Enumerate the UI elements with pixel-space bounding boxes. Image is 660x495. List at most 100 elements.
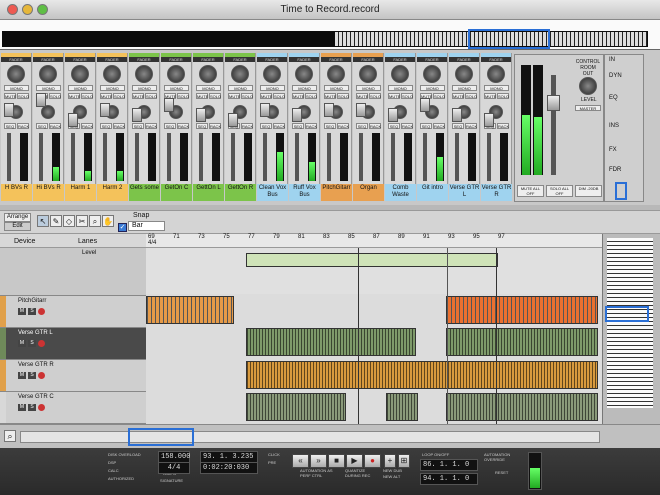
song-position-marker[interactable] <box>447 248 448 424</box>
mono-button[interactable]: MONO <box>228 85 253 91</box>
channel-fader[interactable] <box>452 108 462 122</box>
mono-button[interactable]: MONO <box>452 85 477 91</box>
track-solo-button[interactable]: S <box>28 404 36 411</box>
mute-all-off-button[interactable]: MUTE ALL OFF <box>517 185 544 197</box>
solo-all-off-button[interactable]: SOLO ALL OFF <box>546 185 573 197</box>
arrange-tab[interactable]: Arrange <box>4 213 31 222</box>
mute-button[interactable]: MUTE <box>260 93 272 99</box>
rack-button[interactable]: RACK <box>209 123 221 129</box>
nav-inserts[interactable]: INS <box>609 123 643 129</box>
channel-fader[interactable] <box>324 103 334 117</box>
rack-button[interactable]: RACK <box>145 123 157 129</box>
mono-button[interactable]: MONO <box>420 85 445 91</box>
channel-fader[interactable] <box>68 113 78 127</box>
solo-button[interactable]: SOLO <box>209 93 221 99</box>
channel-name[interactable]: Harm 2 <box>97 184 128 201</box>
master-fader[interactable] <box>547 95 560 111</box>
channel-fader[interactable] <box>484 113 494 127</box>
loop-left-marker[interactable] <box>358 248 359 424</box>
record-enable-icon[interactable] <box>38 340 45 347</box>
seq-button[interactable]: SEQ <box>36 123 48 129</box>
hand-tool-icon[interactable]: ✋ <box>102 215 114 227</box>
mute-button[interactable]: MUTE <box>68 93 80 99</box>
solo-button[interactable]: SOLO <box>305 93 317 99</box>
track-name[interactable]: Verse GTR L <box>18 330 53 336</box>
input-gain-knob[interactable] <box>295 65 313 83</box>
channel-name[interactable]: Git intro <box>417 184 448 201</box>
input-gain-knob[interactable] <box>391 65 409 83</box>
mono-button[interactable]: MONO <box>196 85 221 91</box>
track-header[interactable]: Level <box>0 248 146 296</box>
mono-button[interactable]: MONO <box>36 85 61 91</box>
solo-button[interactable]: SOLO <box>145 93 157 99</box>
mono-button[interactable]: MONO <box>484 85 509 91</box>
mono-button[interactable]: MONO <box>292 85 317 91</box>
seq-button[interactable]: SEQ <box>100 123 112 129</box>
input-gain-knob[interactable] <box>135 65 153 83</box>
nav-eq[interactable]: EQ <box>609 95 643 101</box>
seq-button[interactable]: SEQ <box>260 123 272 129</box>
nav-dynamics[interactable]: DYN <box>609 73 643 79</box>
channel-name[interactable]: H BVs R <box>1 184 32 201</box>
input-gain-knob[interactable] <box>423 65 441 83</box>
track-solo-button[interactable]: S <box>28 372 36 379</box>
channel-fader[interactable] <box>292 108 302 122</box>
input-gain-knob[interactable] <box>71 65 89 83</box>
track-mute-button[interactable]: M <box>18 308 26 315</box>
solo-button[interactable]: SOLO <box>433 93 445 99</box>
solo-button[interactable]: SOLO <box>465 93 477 99</box>
channel-name[interactable]: Verse GTR R <box>481 184 512 201</box>
nav-fx[interactable]: FX <box>609 147 643 153</box>
record-icon[interactable]: ● <box>364 454 381 468</box>
solo-button[interactable]: SOLO <box>369 93 381 99</box>
track-name[interactable]: Verse GTR C <box>18 394 54 400</box>
loop-right-display[interactable]: 94. 1. 1. 0 <box>420 473 478 485</box>
channel-fader[interactable] <box>260 103 270 117</box>
mute-button[interactable]: MUTE <box>228 93 240 99</box>
rack-button[interactable]: RACK <box>337 123 349 129</box>
channel-fader[interactable] <box>196 108 206 122</box>
channel-name[interactable]: Harm 1 <box>65 184 96 201</box>
seq-button[interactable]: SEQ <box>292 123 304 129</box>
mute-button[interactable]: MUTE <box>388 93 400 99</box>
channel-fader[interactable] <box>100 103 110 117</box>
solo-button[interactable]: SOLO <box>17 93 29 99</box>
rack-button[interactable]: RACK <box>465 123 477 129</box>
mono-button[interactable]: MONO <box>4 85 29 91</box>
channel-fader[interactable] <box>356 103 366 117</box>
track-header[interactable]: Verse GTR R MS <box>0 360 146 392</box>
channel-fader[interactable] <box>36 93 46 107</box>
input-gain-knob[interactable] <box>103 65 121 83</box>
seq-button[interactable]: SEQ <box>324 123 336 129</box>
edit-tab[interactable]: Edit <box>4 222 31 231</box>
loop-left-display[interactable]: 86. 1. 1. 0 <box>420 459 478 471</box>
track-name[interactable]: PitchGitarr <box>18 298 46 304</box>
input-gain-knob[interactable] <box>327 65 345 83</box>
track-name[interactable]: Level <box>82 250 96 256</box>
mono-button[interactable]: MONO <box>324 85 349 91</box>
verse-gtr-c-clip-2[interactable] <box>386 393 418 421</box>
solo-button[interactable]: SOLO <box>113 93 125 99</box>
play-icon[interactable]: ▶ <box>346 454 363 468</box>
track-header[interactable]: PitchGitarr M S <box>0 296 146 328</box>
snap-value-select[interactable]: Bar <box>128 221 165 231</box>
fast-forward-icon[interactable]: » <box>310 454 327 468</box>
seq-button[interactable]: SEQ <box>452 123 464 129</box>
magnify-tool-icon[interactable]: ⌕ <box>89 215 101 227</box>
record-enable-icon[interactable] <box>38 372 45 379</box>
input-gain-knob[interactable] <box>39 65 57 83</box>
rack-button[interactable]: RACK <box>273 123 285 129</box>
mono-button[interactable]: MONO <box>132 85 157 91</box>
pitchgitarr-clip-1[interactable] <box>146 296 234 324</box>
mute-button[interactable]: MUTE <box>132 93 144 99</box>
rack-button[interactable]: RACK <box>305 123 317 129</box>
song-overview[interactable] <box>0 20 660 50</box>
rack-button[interactable]: RACK <box>17 123 29 129</box>
nav-input[interactable]: IN <box>609 57 643 63</box>
channel-name[interactable]: Clean Vox Bus <box>257 184 288 201</box>
input-gain-knob[interactable] <box>167 65 185 83</box>
razor-tool-icon[interactable]: ✂ <box>76 215 88 227</box>
rack-button[interactable]: RACK <box>113 123 125 129</box>
seq-button[interactable]: SEQ <box>388 123 400 129</box>
eraser-tool-icon[interactable]: ◇ <box>63 215 75 227</box>
